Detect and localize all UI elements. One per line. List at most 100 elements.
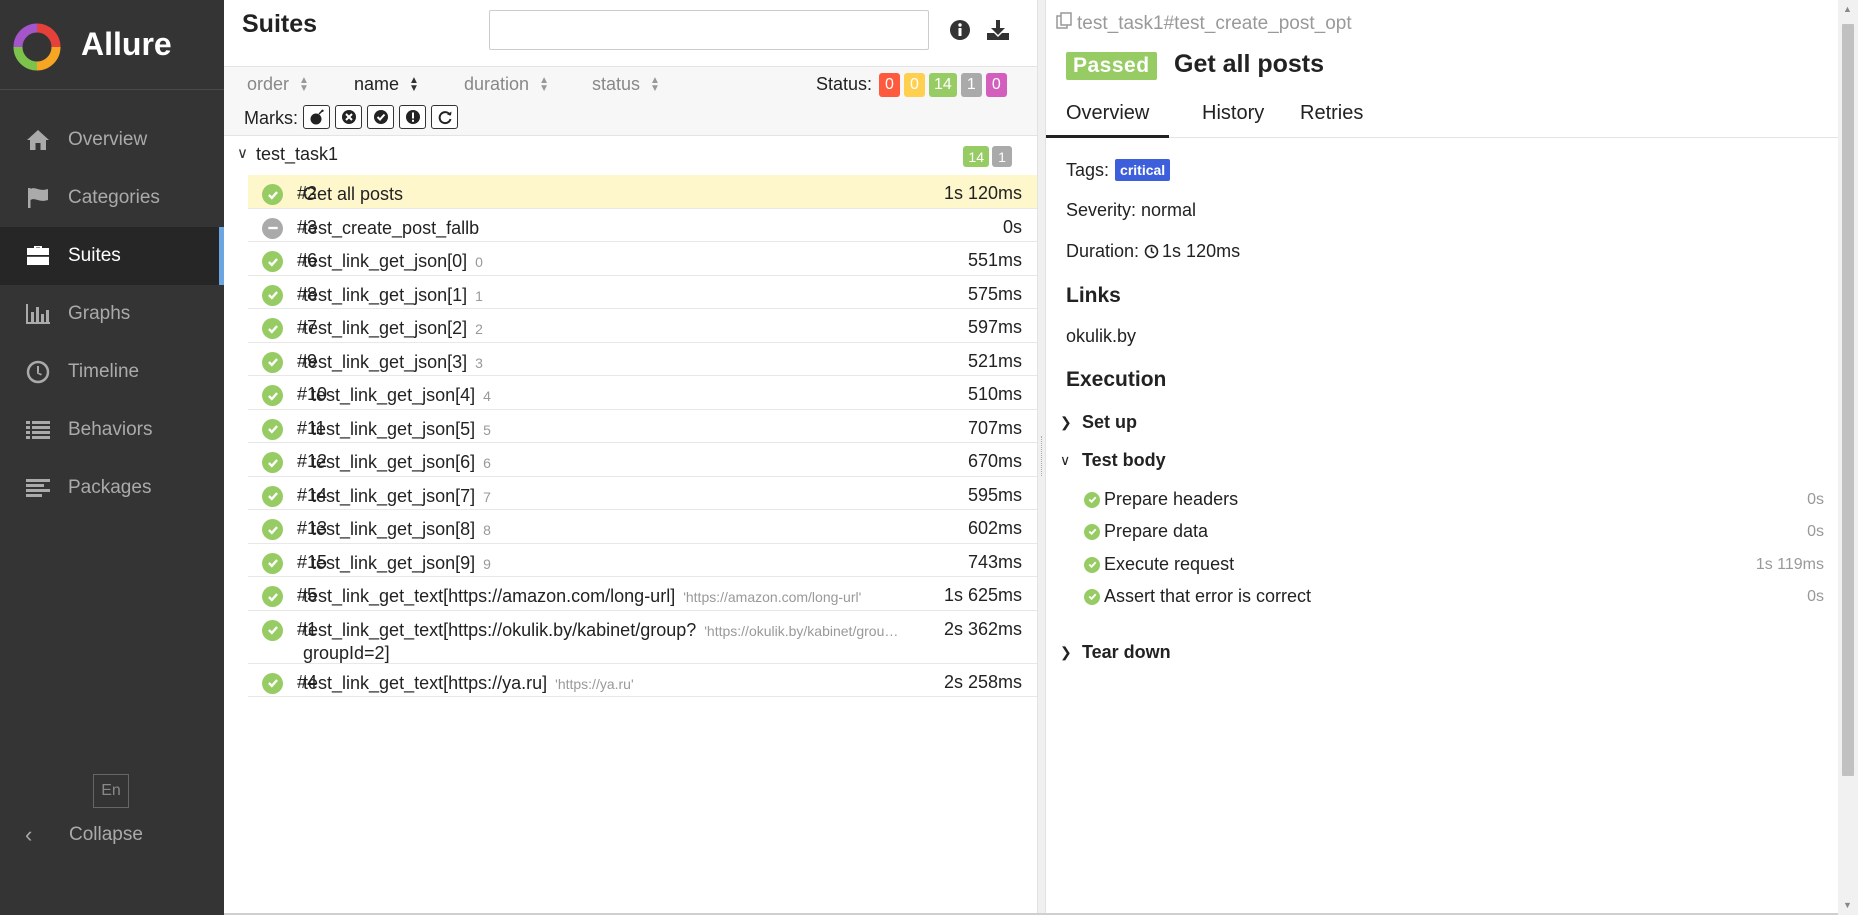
sidebar-item-suites[interactable]: Suites (0, 227, 224, 285)
stage-test-body[interactable]: ∨ Test body (1060, 450, 1166, 471)
test-row[interactable]: #9 test_link_get_json[3] 3 521ms (248, 343, 1037, 376)
tab-overview[interactable]: Overview (1046, 102, 1170, 138)
passed-status-icon (262, 351, 283, 373)
tab-history[interactable]: History (1202, 102, 1264, 135)
test-name: test_link_get_json[1] 1 (303, 284, 483, 307)
sidebar: Allure Overview Categories Suites Graphs (0, 0, 224, 915)
test-duration: 602ms (967, 518, 1022, 538)
sort-bar: order ▲ ▼ name ▲ ▼ duration ▲ ▼ status ▲ ▼ S… (224, 66, 1037, 136)
test-row[interactable]: #12 test_link_get_json[6] 6 670ms (248, 443, 1037, 477)
links-heading: Links (1066, 284, 1121, 307)
test-row[interactable]: #7 test_link_get_json[2] 2 597ms (248, 309, 1037, 343)
download-icon[interactable] (984, 16, 1012, 44)
allure-logo-icon (13, 23, 61, 71)
status-filter: 0 0 14 1 0 (879, 73, 1007, 97)
sort-order[interactable]: order ▲ ▼ (247, 74, 309, 95)
step-row[interactable]: Prepare data 0s (1084, 521, 1824, 542)
new-broken-icon[interactable] (399, 105, 426, 129)
tab-retries[interactable]: Retries (1300, 102, 1363, 135)
test-row[interactable]: #14 test_link_get_json[7] 7 595ms (248, 477, 1037, 510)
test-name-text-cont: groupId=2] (303, 642, 390, 663)
test-duration: 2s 362ms (943, 618, 1022, 639)
new-passed-icon[interactable] (367, 105, 394, 129)
test-row[interactable]: #10 test_link_get_json[4] 4 510ms (248, 376, 1037, 410)
status-filter-unknown[interactable]: 0 (985, 73, 1007, 97)
test-duration: 707ms (967, 417, 1022, 438)
test-name: test_link_get_text[https://okulik.by/kab… (303, 619, 898, 664)
scrollbar-thumb[interactable] (1842, 24, 1854, 776)
chevron-down-icon: ∨ (1060, 452, 1071, 468)
new-failed-icon[interactable] (335, 105, 362, 129)
info-icon[interactable] (946, 16, 974, 44)
search-input[interactable] (489, 10, 929, 50)
stage-teardown[interactable]: ❯ Tear down (1060, 642, 1171, 663)
sort-status-label: status (592, 74, 641, 94)
test-row[interactable]: #1 test_link_get_text[https://okulik.by/k… (248, 611, 1037, 664)
test-row[interactable]: #15 test_link_get_json[9] 9 743ms (248, 544, 1037, 577)
scroll-down-icon[interactable]: ▼ (1843, 900, 1852, 910)
sidebar-item-graphs[interactable]: Graphs (0, 285, 224, 343)
test-row[interactable]: #11 test_link_get_json[5] 5 707ms (248, 410, 1037, 443)
step-duration: 0s (1807, 587, 1824, 605)
step-row[interactable]: Prepare headers 0s (1084, 489, 1824, 510)
step-row[interactable]: Assert that error is correct 0s (1084, 586, 1824, 607)
test-name-text: test_link_get_json[7] (311, 485, 476, 506)
marks-filter (303, 105, 458, 129)
test-row[interactable]: #4 test_link_get_text[https://ya.ru]'http… (248, 664, 1037, 697)
test-duration: 2s 258ms (943, 671, 1022, 692)
step-row[interactable]: Execute request 1s 119ms (1084, 554, 1824, 575)
collapse-button[interactable]: ‹ Collapse (25, 822, 143, 848)
chevron-down-icon: ∨ (237, 145, 248, 162)
breadcrumb[interactable]: test_task1#test_create_post_opt (1055, 12, 1352, 36)
sidebar-item-packages[interactable]: Packages (0, 459, 224, 517)
test-row[interactable]: #5 test_link_get_text[https://amazon.com/… (248, 577, 1037, 611)
passed-status-icon (262, 619, 283, 641)
passed-status-icon (262, 251, 283, 272)
test-row[interactable]: #6 test_link_get_json[0] 0 551ms (248, 242, 1037, 276)
language-button[interactable]: En (93, 774, 129, 808)
pane-splitter[interactable] (1037, 0, 1046, 915)
test-row[interactable]: #3 test_create_post_fallb 0s (248, 209, 1037, 242)
test-name-text: test_link_get_text[https://amazon.com/lo… (303, 586, 676, 606)
flaky-bomb-icon[interactable] (303, 105, 330, 129)
suite-group-header[interactable]: ∨ test_task1 14 1 (224, 140, 1037, 174)
sort-arrows-icon: ▲ ▼ (539, 74, 549, 94)
passed-status-icon (262, 586, 283, 607)
stage-setup-label: Set up (1082, 412, 1138, 432)
sidebar-item-timeline[interactable]: Timeline (0, 343, 224, 401)
sidebar-item-categories[interactable]: Categories (0, 169, 224, 227)
status-filter-broken[interactable]: 0 (904, 73, 925, 97)
sort-duration-label: duration (464, 74, 530, 94)
test-row[interactable]: #13 test_link_get_json[8] 8 602ms (248, 510, 1037, 544)
passed-status-icon (1084, 491, 1100, 508)
sort-name[interactable]: name ▲ ▼ (354, 74, 419, 95)
sort-duration[interactable]: duration ▲ ▼ (464, 74, 549, 95)
test-duration: 597ms (967, 317, 1022, 337)
collapse-label: Collapse (69, 824, 143, 845)
step-duration: 1s 119ms (1755, 555, 1824, 573)
test-duration: 670ms (967, 451, 1022, 471)
test-row[interactable]: #2 Get all posts 1s 120ms (248, 175, 1037, 209)
sidebar-item-behaviors[interactable]: Behaviors (0, 401, 224, 459)
retries-icon[interactable] (431, 105, 458, 129)
status-filter-skipped[interactable]: 1 (960, 73, 982, 97)
link-okulik[interactable]: okulik.by (1066, 326, 1136, 347)
stage-setup[interactable]: ❯ Set up (1060, 412, 1137, 433)
sidebar-item-label: Timeline (68, 361, 140, 382)
test-row[interactable]: #8 test_link_get_json[1] 1 575ms (248, 276, 1037, 309)
test-name-text: Get all posts (303, 184, 404, 204)
scroll-up-icon[interactable]: ▲ (1843, 4, 1852, 14)
suites-pane: Suites order ▲ ▼ name ▲ ▼ duration ▲ ▼ stat… (224, 0, 1037, 915)
duration-label: Duration: (1066, 241, 1140, 261)
brand[interactable]: Allure (0, 0, 224, 90)
align-left-icon (23, 475, 53, 501)
passed-status-icon (1084, 523, 1100, 540)
sort-status[interactable]: status ▲ ▼ (592, 74, 660, 95)
tag-badge[interactable]: critical (1115, 159, 1171, 181)
copy-icon (1055, 12, 1073, 36)
scrollbar[interactable]: ▲ ▼ (1838, 0, 1858, 915)
test-name: test_link_get_json[9] 9 (311, 552, 491, 575)
status-filter-failed[interactable]: 0 (879, 73, 900, 97)
sidebar-item-overview[interactable]: Overview (0, 111, 224, 169)
status-filter-passed[interactable]: 14 (929, 73, 957, 97)
